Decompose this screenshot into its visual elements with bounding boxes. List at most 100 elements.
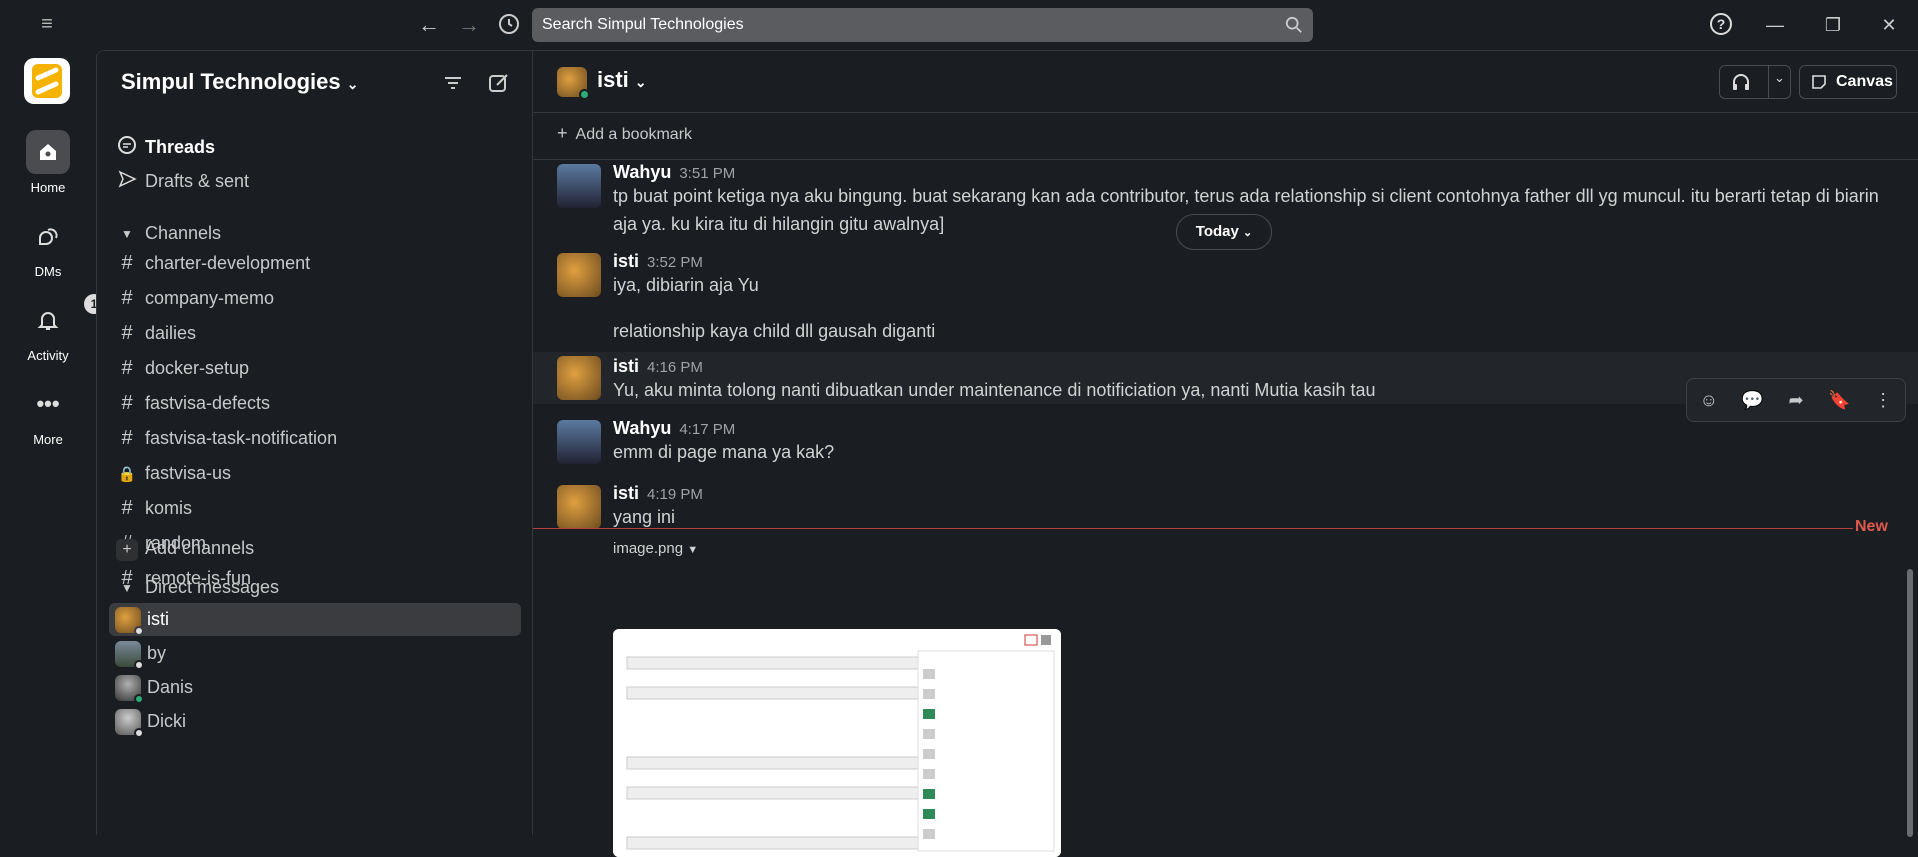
add-channels-label: Add channels bbox=[145, 538, 255, 558]
message-author[interactable]: isti 4:16 PM bbox=[613, 356, 703, 377]
dm-name: isti bbox=[147, 609, 169, 629]
menu-icon[interactable]: ≡ bbox=[36, 13, 58, 35]
sidebar-item-channel-charter-development[interactable]: # charter-development bbox=[109, 247, 521, 280]
sidebar-item-channel-fastvisa-task-notification[interactable]: # fastvisa-task-notification bbox=[109, 422, 521, 455]
attachment-name[interactable]: image.png ▼ bbox=[613, 535, 1903, 564]
dm-name: Danis bbox=[147, 677, 194, 697]
forward-arrow-icon[interactable]: → bbox=[456, 12, 482, 38]
sidebar-item-dm-dicki[interactable]: Dicki bbox=[109, 705, 521, 738]
channel-name: docker-setup bbox=[145, 358, 250, 378]
message-author[interactable]: isti 3:52 PM bbox=[613, 251, 703, 272]
plus-icon: + bbox=[557, 123, 568, 143]
message-author[interactable]: Wahyu 3:51 PM bbox=[613, 162, 735, 183]
canvas-label: Canvas bbox=[1836, 73, 1893, 90]
rail-activity-label: Activity bbox=[27, 348, 69, 363]
channels-header-label: Channels bbox=[145, 223, 222, 243]
workspace-name[interactable]: Simpul Technologies ⌄ bbox=[121, 69, 358, 95]
add-bookmark-button[interactable]: + Add a bookmark bbox=[557, 123, 692, 144]
message: isti 3:52 PM iya, dibiarin aja Yu bbox=[533, 251, 1918, 313]
hash-icon: # bbox=[121, 427, 133, 449]
rail-activity[interactable]: 1 Activity bbox=[0, 294, 104, 363]
sidebar-item-channel-dailies[interactable]: # dailies bbox=[109, 317, 521, 350]
workspace-rail: Home DMs 1 Activity ••• More bbox=[0, 50, 104, 835]
dm-name: Dicki bbox=[147, 711, 186, 731]
add-channels-button[interactable]: + Add channels bbox=[109, 532, 521, 565]
caret-down-icon: ▼ bbox=[121, 226, 133, 241]
back-arrow-icon[interactable]: ← bbox=[416, 12, 442, 38]
conversation-pane: isti ⌄ ⌄ Canvas + Add a bookmark Wahyu 3:5… bbox=[532, 50, 1918, 857]
rail-dms[interactable]: DMs bbox=[0, 214, 96, 279]
sidebar-item-dm-danis[interactable]: Danis bbox=[109, 671, 521, 704]
add-bookmark-label: Add a bookmark bbox=[575, 126, 693, 143]
add-reaction-icon[interactable]: ☺ bbox=[1696, 387, 1722, 413]
help-icon[interactable]: ? bbox=[1708, 12, 1734, 38]
channel-title-text: isti bbox=[597, 67, 629, 92]
message-time[interactable]: 4:19 PM bbox=[647, 486, 703, 503]
restore-icon[interactable]: ❐ bbox=[1820, 12, 1846, 38]
hash-icon: # bbox=[121, 252, 133, 274]
avatar[interactable] bbox=[557, 485, 601, 529]
rail-more[interactable]: ••• More bbox=[0, 382, 96, 447]
canvas-button[interactable]: Canvas bbox=[1799, 65, 1897, 99]
filter-icon[interactable] bbox=[441, 71, 465, 95]
history-icon[interactable] bbox=[496, 12, 522, 38]
avatar[interactable] bbox=[557, 253, 601, 297]
share-icon[interactable]: ➦ bbox=[1783, 387, 1809, 413]
channel-name: dailies bbox=[145, 323, 197, 343]
message-time[interactable]: 3:52 PM bbox=[647, 254, 703, 271]
sidebar-item-channel-fastvisa-defects[interactable]: # fastvisa-defects bbox=[109, 387, 521, 420]
rail-dms-label: DMs bbox=[34, 264, 62, 279]
message-author[interactable]: isti 4:19 PM bbox=[613, 483, 703, 504]
date-divider-today[interactable]: Today ⌄ bbox=[1176, 214, 1272, 250]
message-text: iya, dibiarin aja Yu bbox=[613, 275, 759, 295]
workspace-name-text: Simpul Technologies bbox=[121, 69, 341, 94]
channel-name: komis bbox=[145, 498, 193, 518]
today-label: Today bbox=[1195, 223, 1239, 240]
sidebar-item-channel-fastvisa-us[interactable]: 🔒 fastvisa-us bbox=[109, 457, 521, 490]
channel-name: fastvisa-us bbox=[145, 463, 232, 483]
dm-header-label: Direct messages bbox=[145, 577, 280, 597]
huddle-button[interactable]: ⌄ bbox=[1719, 65, 1791, 99]
bookmark-icon[interactable]: 🔖 bbox=[1827, 387, 1853, 413]
avatar bbox=[115, 708, 144, 738]
avatar[interactable] bbox=[557, 164, 601, 208]
workspace-logo[interactable] bbox=[24, 58, 70, 104]
message-time[interactable]: 3:51 PM bbox=[679, 165, 735, 182]
compose-icon[interactable] bbox=[487, 71, 511, 95]
scrollbar[interactable] bbox=[1907, 569, 1913, 837]
dm-section-header[interactable]: ▼ Direct messages bbox=[109, 571, 521, 604]
channel-title[interactable]: isti ⌄ bbox=[597, 67, 647, 93]
avatar[interactable] bbox=[557, 420, 601, 464]
image-attachment[interactable] bbox=[613, 629, 1061, 857]
hash-icon: # bbox=[121, 392, 133, 414]
reply-thread-icon[interactable]: 💬 bbox=[1739, 387, 1765, 413]
bell-icon: 1 bbox=[26, 294, 104, 342]
attachment-filename: image.png bbox=[613, 540, 684, 557]
avatar[interactable] bbox=[557, 356, 601, 400]
canvas-icon bbox=[1812, 75, 1826, 89]
message-time[interactable]: 4:16 PM bbox=[647, 359, 703, 376]
more-actions-icon[interactable]: ⋮ bbox=[1870, 387, 1896, 413]
message-time[interactable]: 4:17 PM bbox=[679, 421, 735, 438]
sidebar-item-threads[interactable]: Threads bbox=[109, 131, 521, 164]
rail-more-label: More bbox=[33, 432, 63, 447]
channel-name: charter-development bbox=[145, 253, 311, 273]
search-input[interactable]: Search Simpul Technologies bbox=[532, 8, 1313, 42]
sidebar-item-channel-docker-setup[interactable]: # docker-setup bbox=[109, 352, 521, 385]
sidebar-item-drafts[interactable]: Drafts & sent bbox=[109, 165, 521, 198]
sidebar-item-dm-by[interactable]: by bbox=[109, 637, 521, 670]
sidebar-item-channel-company-memo[interactable]: # company-memo bbox=[109, 282, 521, 315]
hash-icon: # bbox=[121, 287, 133, 309]
svg-text:?: ? bbox=[1717, 16, 1726, 32]
rail-home-label: Home bbox=[30, 180, 66, 195]
channels-section-header[interactable]: ▼ Channels bbox=[109, 217, 521, 250]
close-icon[interactable]: ✕ bbox=[1876, 12, 1902, 38]
message-author[interactable]: Wahyu 4:17 PM bbox=[613, 418, 735, 439]
author-name: isti bbox=[613, 483, 640, 503]
sidebar-item-channel-komis[interactable]: # komis bbox=[109, 492, 521, 525]
new-messages-label: New bbox=[1855, 518, 1888, 535]
rail-home[interactable]: Home bbox=[0, 130, 96, 195]
minimize-icon[interactable]: — bbox=[1762, 12, 1788, 38]
threads-icon bbox=[109, 135, 145, 161]
sidebar-item-dm-isti[interactable]: isti bbox=[109, 603, 521, 636]
